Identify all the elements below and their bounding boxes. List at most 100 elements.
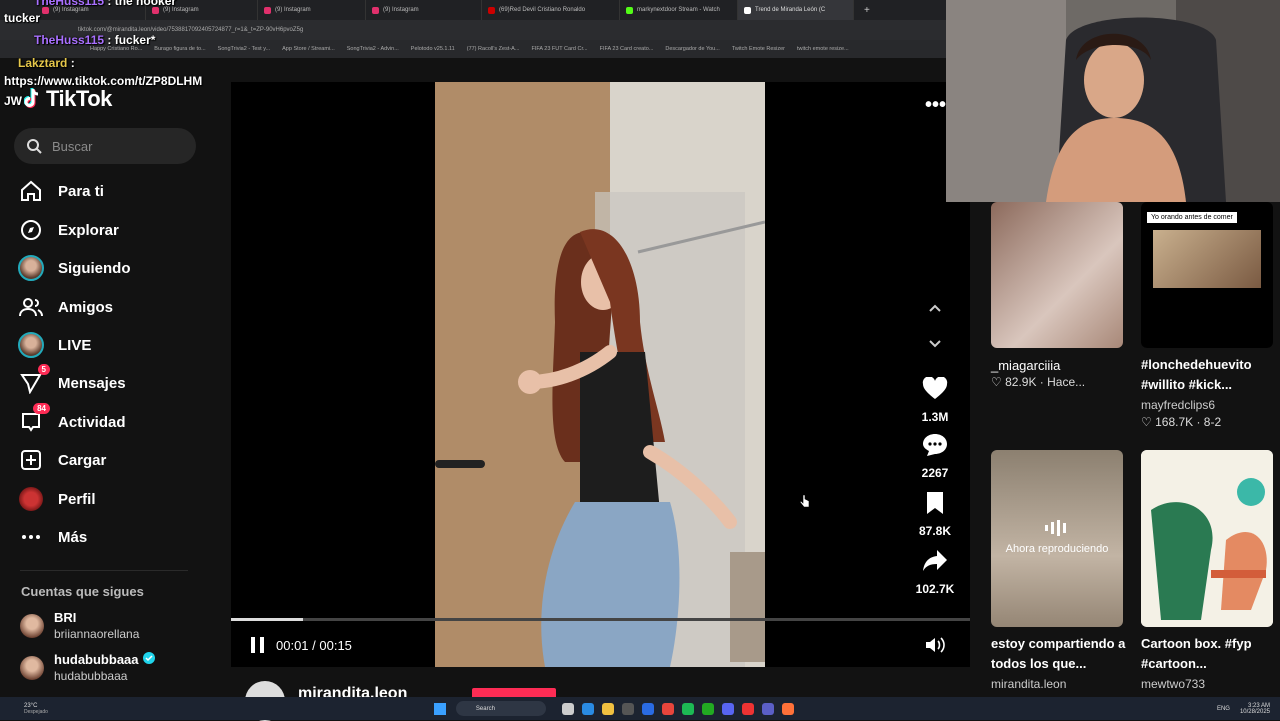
bookmark-item[interactable]: App Store / Streami...	[282, 46, 335, 52]
grid-author-4[interactable]: mewtwo733	[1141, 677, 1205, 691]
grid-thumb-1[interactable]	[991, 202, 1123, 348]
taskbar-search[interactable]: Search	[455, 701, 546, 716]
edge-icon[interactable]	[581, 702, 594, 715]
video-time: 00:01 / 00:15	[276, 638, 352, 653]
sidebar-item-label: Siguiendo	[58, 259, 131, 277]
video-content	[435, 82, 765, 667]
chevron-up-icon[interactable]	[927, 300, 943, 321]
spotify-icon[interactable]	[681, 702, 694, 715]
browser-tab[interactable]: (9) Instagram	[258, 0, 366, 20]
sidebar-item-actividad[interactable]: 84 Actividad	[18, 403, 126, 437]
thumb-overlay-text: Yo orando antes de comer	[1147, 212, 1237, 223]
volume-button[interactable]	[925, 636, 947, 659]
account-handle: briiannaorellana	[54, 627, 140, 641]
notification-badge: 84	[33, 403, 50, 414]
followed-account[interactable]: hudabubbaaa hudabubbaaa	[20, 652, 155, 684]
sidebar-item-explorar[interactable]: Explorar	[18, 215, 119, 245]
tab-favicon-icon	[264, 6, 271, 14]
sidebar-item-perfil[interactable]: Perfil	[18, 484, 96, 514]
browser-tab[interactable]: Trend de Miranda León (C	[738, 0, 854, 20]
tab-favicon-icon	[626, 6, 633, 14]
tab-favicon-icon	[744, 6, 751, 14]
sidebar-item-label: LIVE	[58, 336, 92, 354]
chat-line-6: JW	[4, 94, 22, 108]
bookmark-item[interactable]: SongTrivia2 - Test y...	[218, 46, 270, 52]
bookmark-item[interactable]: twitch emote resize...	[797, 46, 849, 52]
video-frame[interactable]	[435, 82, 765, 667]
mail-icon[interactable]	[641, 702, 654, 715]
search-icon	[27, 139, 42, 154]
teams-icon[interactable]	[761, 702, 774, 715]
music-icon[interactable]	[741, 702, 754, 715]
grid-caption-2[interactable]: #lonchedehuevito #willito #kick...	[1141, 355, 1276, 395]
sidebar-item-amigos[interactable]: Amigos	[18, 292, 113, 322]
sidebar-item-siguiendo[interactable]: Siguiendo	[18, 253, 131, 283]
account-name: BRI	[54, 610, 77, 625]
avatar	[20, 656, 44, 680]
sidebar-item-más[interactable]: Más	[18, 522, 87, 552]
grid-thumb-2[interactable]: Yo orando antes de comer	[1141, 202, 1273, 348]
chrome-icon[interactable]	[661, 702, 674, 715]
bookmark-item[interactable]: (77) Racoll's Zest-A...	[467, 46, 520, 52]
discord-icon[interactable]	[721, 702, 734, 715]
grid-thumb-3[interactable]: Ahora reproduciendo	[991, 450, 1123, 627]
grid-caption-4[interactable]: Cartoon box. #fyp #cartoon...	[1141, 634, 1276, 674]
language-indicator[interactable]: ENG	[1217, 706, 1230, 712]
sidebar-item-mensajes[interactable]: 5 Mensajes	[18, 364, 126, 398]
folder-icon[interactable]	[601, 702, 614, 715]
inbox-icon: 84	[18, 403, 50, 435]
sidebar-item-para-ti[interactable]: Para ti	[18, 176, 104, 206]
bookmark-item[interactable]: FIFA 23 FUT Card Cr...	[531, 46, 587, 52]
grid-author-2[interactable]: mayfredclips6	[1141, 398, 1215, 412]
pause-button[interactable]	[250, 636, 266, 659]
start-button[interactable]	[433, 702, 446, 715]
save-button[interactable]: 87.8K	[910, 486, 960, 538]
more-options-icon[interactable]: •••	[925, 94, 946, 117]
bookmark-item[interactable]: SongTrivia2 - Advin...	[347, 46, 399, 52]
new-tab-button[interactable]: +	[864, 5, 870, 16]
bookmark-item[interactable]: FIFA 23 Card creato...	[600, 46, 654, 52]
bookmark-item[interactable]: Burago figura de to...	[154, 46, 205, 52]
tiktok-logo[interactable]: TikTok	[24, 86, 112, 112]
tab-favicon-icon	[372, 6, 379, 14]
profile-avatar	[18, 486, 44, 512]
task-view-icon[interactable]	[561, 702, 574, 715]
audio-bars-icon	[1045, 520, 1066, 536]
like-button[interactable]: 1.3M	[910, 372, 960, 424]
heart-icon	[922, 377, 948, 399]
sidebar-item-label: Cargar	[58, 451, 107, 469]
tab-label: (9) Instagram	[383, 7, 419, 13]
followed-account[interactable]: BRI briiannaorellana	[20, 610, 139, 642]
sidebar-item-label: Perfil	[58, 490, 96, 508]
mouse-cursor	[799, 494, 810, 513]
browser-tab[interactable]: markynextdoor Stream - Watch	[620, 0, 738, 20]
comment-icon	[923, 434, 947, 456]
share-button[interactable]: 102.7K	[910, 544, 960, 596]
xbox-icon[interactable]	[701, 702, 714, 715]
grid-author-3[interactable]: mirandita.leon	[991, 677, 1066, 691]
bookmark-item[interactable]: Twitch Emote Resizer	[732, 46, 785, 52]
progress-track[interactable]	[231, 618, 970, 621]
webcam-feed	[946, 0, 1280, 202]
bookmark-item[interactable]: Descargador de You...	[665, 46, 719, 52]
sidebar-item-live[interactable]: LIVE	[18, 330, 91, 360]
browser-tab[interactable]: (69)Red Devil Cristiano Ronaldo	[482, 0, 620, 20]
store-icon[interactable]	[621, 702, 634, 715]
plus-square-icon	[18, 447, 44, 473]
search-input[interactable]: Buscar	[14, 128, 196, 164]
sidebar-item-cargar[interactable]: Cargar	[18, 445, 106, 475]
grid-thumb-4[interactable]	[1141, 450, 1273, 627]
browser-tab[interactable]: (9) Instagram	[366, 0, 482, 20]
comment-button[interactable]: 2267	[910, 428, 960, 480]
tiktok-note-icon	[24, 88, 39, 109]
bookmark-item[interactable]: Pelotodo v25.1.11	[411, 46, 455, 52]
firefox-icon[interactable]	[781, 702, 794, 715]
notification-badge: 5	[37, 364, 50, 375]
chat-line-2: tucker	[4, 11, 41, 25]
compass-icon	[18, 217, 44, 243]
grid-caption-3[interactable]: estoy compartiendo a todos los que...	[991, 634, 1131, 674]
weather-widget[interactable]: 23°C Despejado	[24, 703, 48, 715]
grid-caption-1[interactable]: _miagarciiia	[991, 356, 1060, 376]
clock[interactable]: 3:23 AM 10/28/2025	[1240, 703, 1270, 715]
chevron-down-icon[interactable]	[927, 336, 943, 357]
